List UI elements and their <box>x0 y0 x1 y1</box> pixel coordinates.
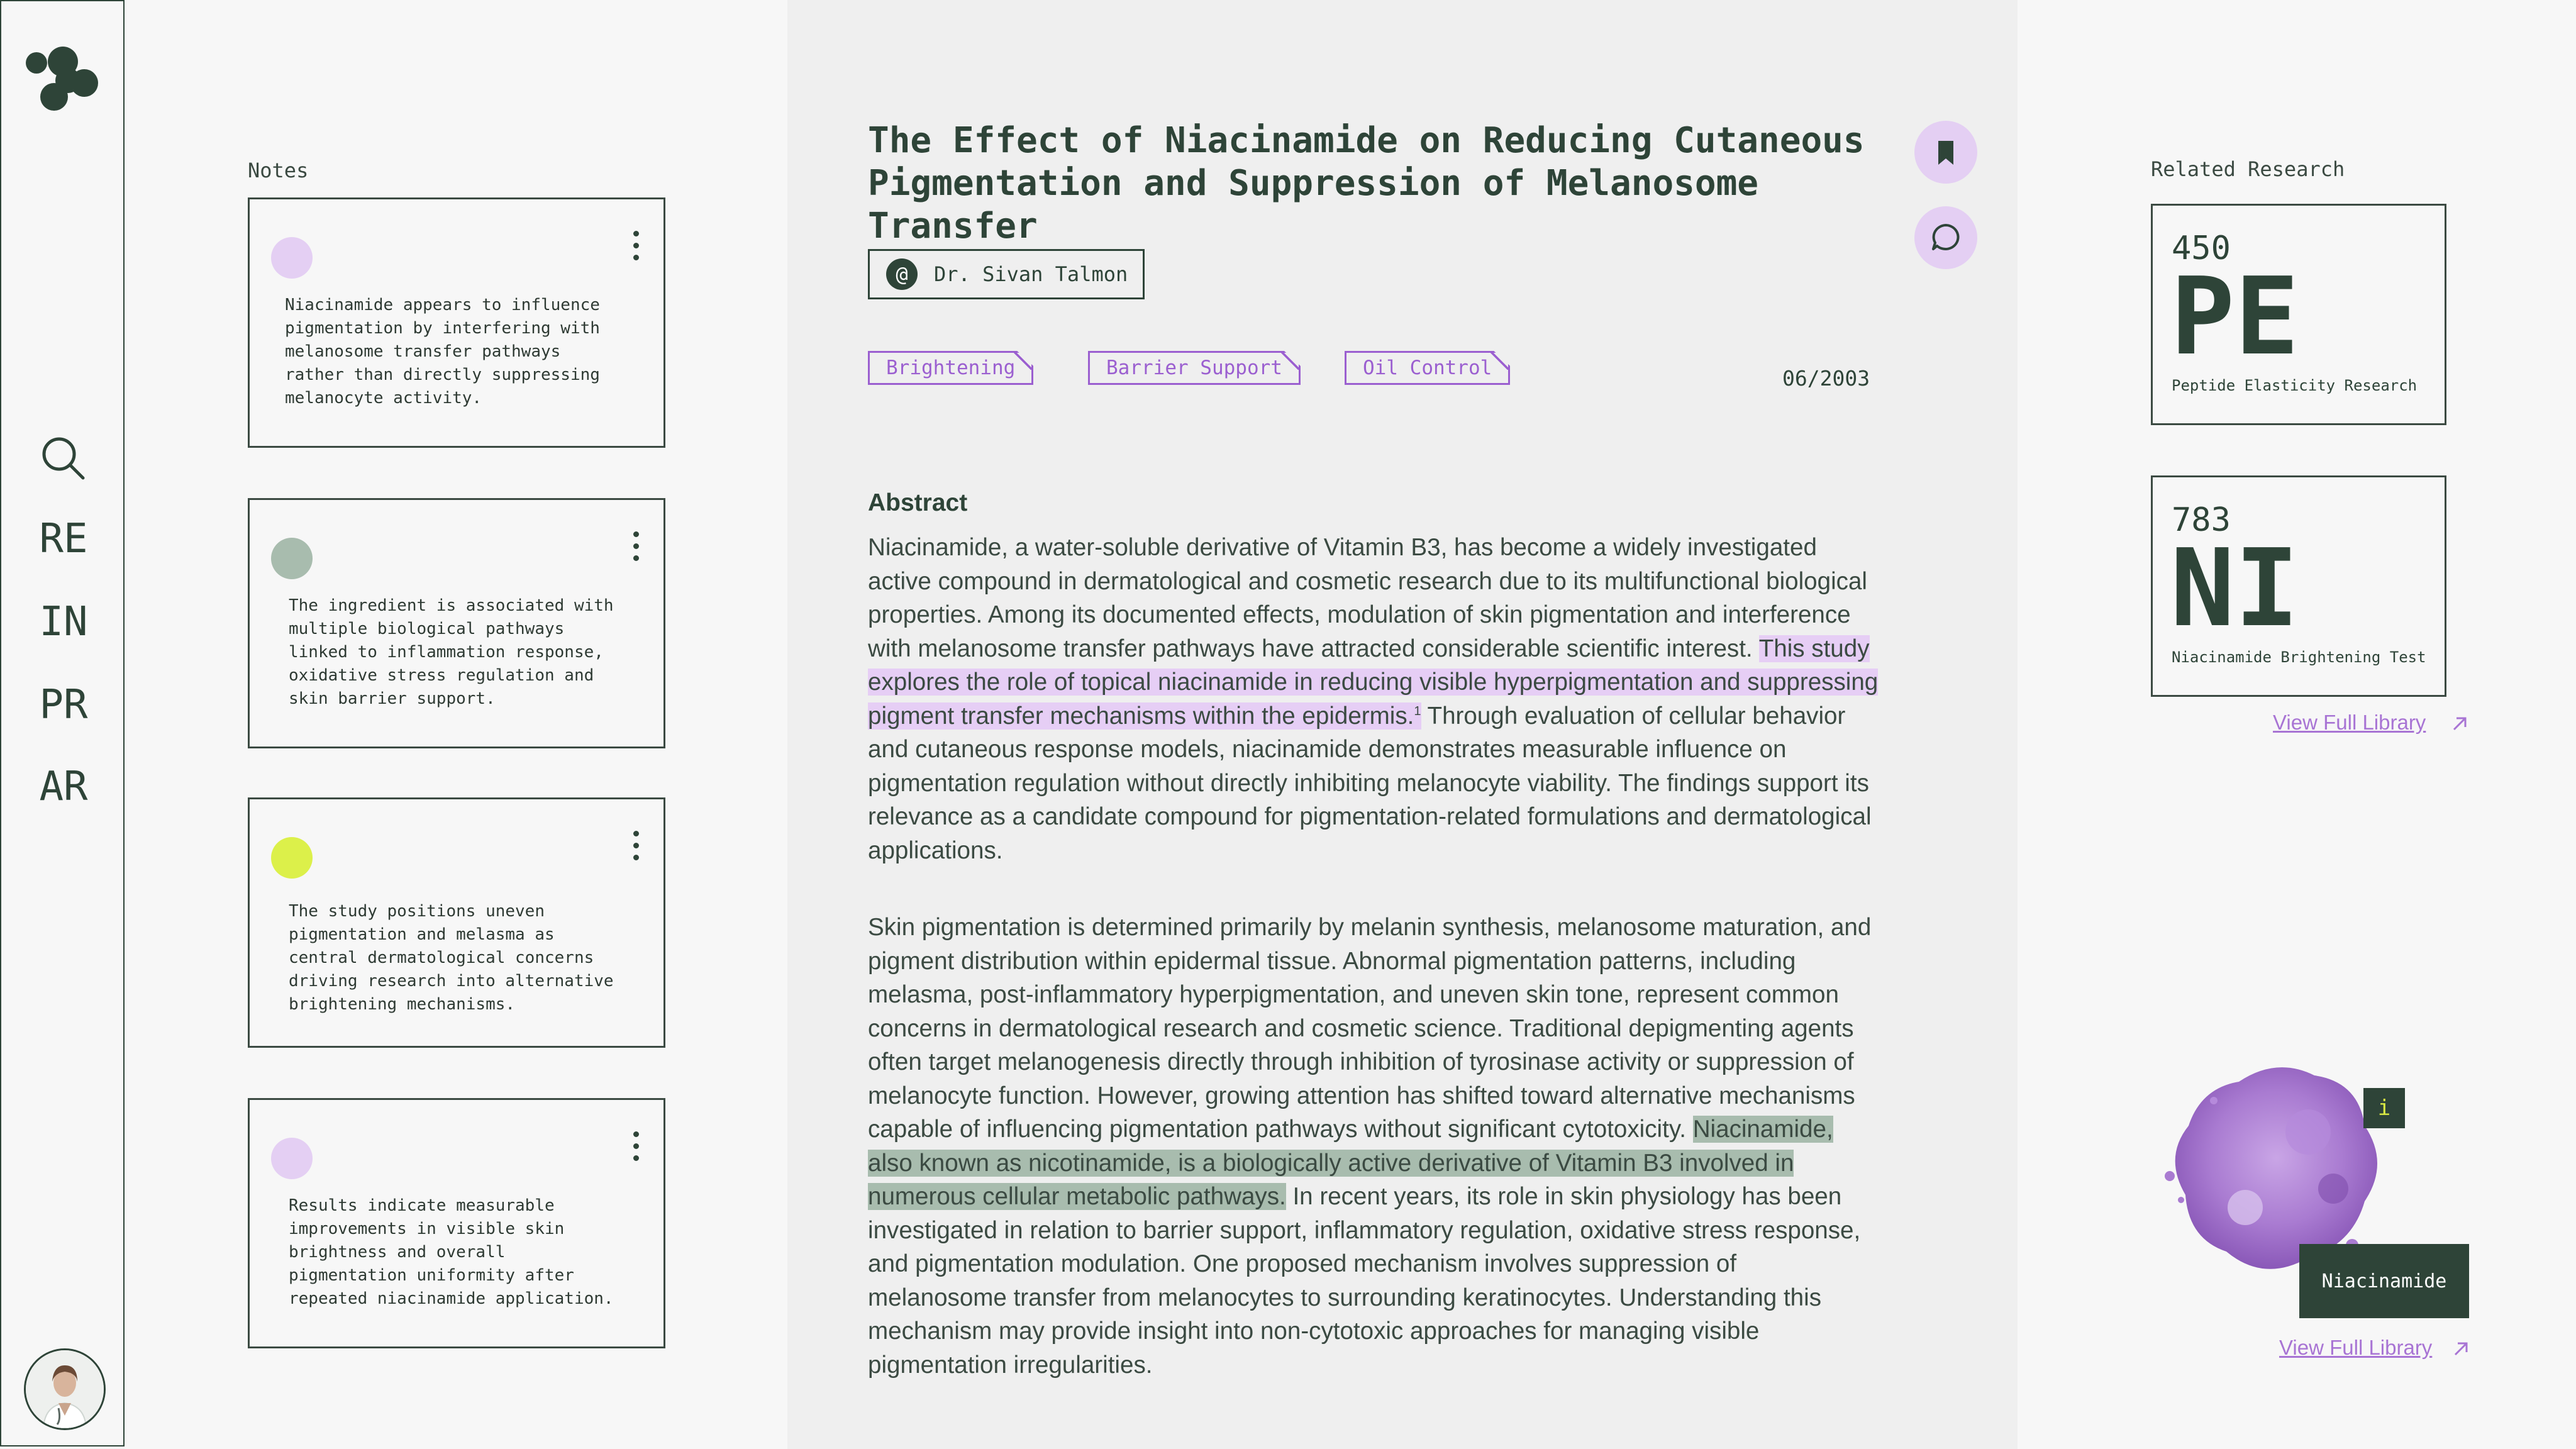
related-name: Peptide Elasticity Research <box>2172 377 2418 394</box>
tag-brightening[interactable]: Brightening <box>868 351 1033 385</box>
notes-label: Notes <box>248 158 309 182</box>
kebab-menu-icon[interactable] <box>630 1131 642 1167</box>
note-text: Results indicate measurable improvements… <box>289 1196 614 1308</box>
search-icon[interactable] <box>39 434 87 482</box>
note-text: The study positions uneven pigmentation … <box>289 902 614 1014</box>
author-chip[interactable]: @ Dr. Sivan Talmon <box>868 249 1145 299</box>
avatar[interactable] <box>24 1348 106 1430</box>
at-icon: @ <box>886 258 918 290</box>
tag-barrier-support[interactable]: Barrier Support <box>1088 351 1301 385</box>
arrow-up-right-icon[interactable] <box>2450 714 2469 733</box>
kebab-menu-icon[interactable] <box>630 231 642 266</box>
tag-oil-control[interactable]: Oil Control <box>1345 351 1510 385</box>
ingredient-name-label: Niacinamide <box>2299 1244 2469 1318</box>
nav-item-in[interactable]: IN <box>1 599 126 645</box>
note-card[interactable]: The ingredient is associated with multip… <box>248 498 665 748</box>
related-name: Niacinamide Brightening Test <box>2172 648 2426 666</box>
note-card[interactable]: Results indicate measurable improvements… <box>248 1098 665 1348</box>
note-color-dot <box>271 837 313 879</box>
related-card-ni[interactable]: 783 NI Niacinamide Brightening Test <box>2151 475 2446 697</box>
nav-item-pr[interactable]: PR <box>1 682 126 728</box>
note-color-dot <box>271 237 313 279</box>
body-paragraph: Skin pigmentation is determined primaril… <box>868 911 1880 1382</box>
bookmark-icon <box>1938 141 1953 165</box>
info-icon[interactable]: i <box>2363 1088 2405 1128</box>
body-text: Skin pigmentation is determined primaril… <box>868 914 1872 1143</box>
abstract-paragraph: Niacinamide, a water-soluble derivative … <box>868 531 1880 867</box>
comment-button[interactable] <box>1914 206 1977 269</box>
note-text: The ingredient is associated with multip… <box>289 596 614 708</box>
related-symbol: NI <box>2170 526 2299 651</box>
view-full-library-link[interactable]: View Full Library <box>2279 1336 2432 1360</box>
note-color-dot <box>271 538 313 579</box>
related-research-label: Related Research <box>2151 157 2345 181</box>
arrow-up-right-icon[interactable] <box>2451 1340 2470 1358</box>
body-text: In recent years, its role in skin physio… <box>868 1183 1861 1379</box>
abstract-text: Niacinamide, a water-soluble derivative … <box>868 534 1867 662</box>
related-symbol: PE <box>2170 255 2299 379</box>
publication-date: 06/2003 <box>1782 366 1870 391</box>
note-color-dot <box>271 1138 313 1179</box>
author-name: Dr. Sivan Talmon <box>934 262 1128 286</box>
sidebar: RE IN PR AR <box>0 0 125 1446</box>
nav-item-ar[interactable]: AR <box>1 763 126 810</box>
note-text: Niacinamide appears to influence pigment… <box>285 296 600 408</box>
related-card-pe[interactable]: 450 PE Peptide Elasticity Research <box>2151 204 2446 425</box>
comment-icon <box>1932 224 1960 250</box>
nav-item-re[interactable]: RE <box>1 516 126 562</box>
user-avatar-icon <box>26 1350 104 1428</box>
abstract-heading: Abstract <box>868 489 968 516</box>
note-card[interactable]: The study positions uneven pigmentation … <box>248 797 665 1048</box>
logo-icon[interactable] <box>24 45 106 114</box>
view-full-library-link[interactable]: View Full Library <box>2273 711 2426 735</box>
kebab-menu-icon[interactable] <box>630 531 642 567</box>
kebab-menu-icon[interactable] <box>630 831 642 866</box>
article-title: The Effect of Niacinamide on Reducing Cu… <box>868 120 1865 247</box>
bookmark-button[interactable] <box>1914 121 1977 184</box>
note-card[interactable]: Niacinamide appears to influence pigment… <box>248 197 665 448</box>
footnote-marker: 1 <box>1414 704 1421 718</box>
